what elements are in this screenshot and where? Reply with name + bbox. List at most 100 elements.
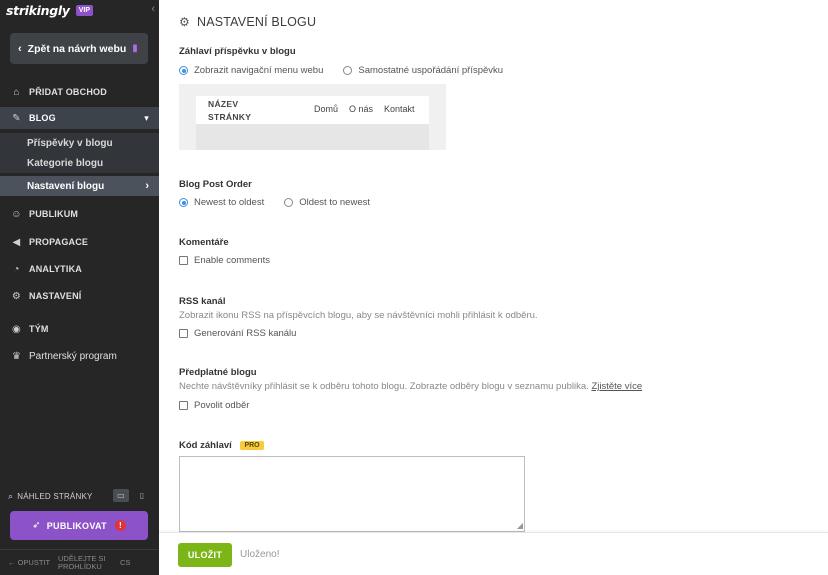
enable-comments-label[interactable]: Enable comments [194,255,270,266]
radio-newest-label[interactable]: Newest to oldest [194,197,264,208]
sidebar-item-label: NASTAVENÍ [29,291,82,301]
sidebar-item-promotion[interactable]: ◀ PROPAGACE [0,231,159,253]
preview-link-about: O nás [349,104,374,114]
tour-link[interactable]: UDĚLEJTE SI PROHLÍDKU [58,554,112,571]
sidebar-item-blog[interactable]: ✎ BLOG ▾ [0,107,159,129]
page-title: ⚙ NASTAVENÍ BLOGU [179,15,316,29]
megaphone-icon: ◀ [12,236,21,248]
sidebar-item-label: PŘIDAT OBCHOD [29,87,107,97]
allow-subscription-label[interactable]: Povolit odběr [194,400,249,411]
sidebar-footer: ← OPUSTIT UDĚLEJTE SI PROHLÍDKU CS [0,549,159,575]
sidebar: strikingly VIP ‹ ‹ Zpět na návrh webu ▮ … [0,0,159,575]
post-order-label: Blog Post Order [179,179,252,190]
language-selector[interactable]: CS [120,558,130,567]
post-header-options: Zobrazit navigační menu webu Samostatné … [179,65,503,76]
publish-button-label: PUBLIKOVAT [46,520,107,531]
rocket-icon: ➶ [32,520,41,531]
preview-link-home: Domů [314,104,339,114]
preview-site-name-line1: NÁZEV [208,99,239,109]
sidebar-item-analytics[interactable]: ◔ ANALYTIKA [0,258,159,280]
sidebar-item-team[interactable]: ◉ TÝM [0,318,159,340]
page-title-text: NASTAVENÍ BLOGU [196,15,317,29]
vip-badge: VIP [75,4,94,16]
sidebar-subitem-label: Příspěvky v blogu [27,137,113,149]
rss-feed-checkbox[interactable] [179,329,188,338]
preview-site-name: NÁZEV STRÁNKY [208,98,251,124]
header-code-textarea[interactable]: ◢ [179,456,525,532]
sidebar-item-store[interactable]: ⌂ PŘIDAT OBCHOD [0,81,159,103]
sidebar-item-label: PUBLIKUM [29,209,79,219]
mobile-icon[interactable]: ▯ [137,489,147,502]
sidebar-item-label: PROPAGACE [29,237,89,247]
chevron-right-icon: › [145,180,149,192]
preview-link-contact: Kontakt [384,104,415,114]
radio-oldest[interactable] [284,198,294,207]
team-icon: ◉ [12,323,21,335]
preview-nav-bar: NÁZEV STRÁNKY Domů O nás Kontakt [196,96,429,124]
sidebar-item-settings[interactable]: ⚙ NASTAVENÍ [0,285,159,307]
comments-option: Enable comments [179,255,270,266]
post-header-label: Záhlaví příspěvku v blogu [179,46,296,57]
back-button-label: Zpět na návrh webu [27,42,127,55]
radio-show-nav[interactable] [179,66,188,75]
resize-handle-icon[interactable]: ◢ [517,522,523,530]
save-status: Uloženo! [240,549,280,560]
sidebar-item-audience[interactable]: ☺ PUBLIKUM [0,203,159,225]
pro-badge: PRO [240,441,264,450]
subscription-description: Nechte návštěvníky přihlásit se k odběru… [179,381,642,392]
page-preview-label[interactable]: NÁHLED STRÁNKY [17,492,92,501]
audience-icon: ☺ [11,208,22,220]
learn-more-link[interactable]: Zjistěte více [591,381,642,392]
rss-description: Zobrazit ikonu RSS na příspěvcích blogu,… [179,310,538,321]
radio-newest[interactable] [179,198,188,207]
subscription-description-text: Nechte návštěvníky přihlásit se k odběru… [179,381,589,392]
main-content: ⚙ NASTAVENÍ BLOGU Záhlaví příspěvku v bl… [159,0,828,575]
subscription-option: Povolit odběr [179,400,249,411]
preview-content-strip [196,124,429,150]
header-code-label: Kód záhlaví PRO [179,440,264,451]
save-bar: ULOŽIT Uloženo! [159,532,828,575]
pie-chart-icon: ◔ [13,263,20,275]
radio-oldest-label[interactable]: Oldest to newest [299,197,370,208]
preview-site-name-line2: STRÁNKY [208,112,252,122]
exit-label: OPUSTIT [17,558,51,567]
enable-comments-checkbox[interactable] [179,256,188,265]
sidebar-subitem-label: Kategorie blogu [27,157,104,169]
rss-label: RSS kanál [179,296,226,307]
sidebar-subitem-categories[interactable]: Kategorie blogu [0,153,159,173]
collapse-sidebar-icon[interactable]: ‹ [151,3,155,15]
back-to-editor-button[interactable]: ‹ Zpět na návrh webu ▮ [10,33,148,64]
sidebar-subitem-blog-settings[interactable]: Nastavení blogu › [0,176,159,196]
sidebar-item-label: ANALYTIKA [29,264,82,274]
radio-standalone[interactable] [343,66,353,75]
gear-icon: ⚙ [179,15,190,29]
radio-show-nav-label[interactable]: Zobrazit navigační menu webu [194,65,323,76]
sidebar-item-label: TÝM [29,324,49,334]
sidebar-subitem-posts[interactable]: Příspěvky v blogu [0,133,159,153]
sidebar-item-partner-program[interactable]: ♛ Partnerský program [0,345,159,367]
document-icon: ▮ [132,43,138,54]
subscription-label: Předplatné blogu [179,367,257,378]
sidebar-subitem-label: Nastavení blogu [27,180,105,192]
trophy-icon: ♛ [12,350,21,362]
chevron-down-icon: ▾ [144,112,149,123]
strikingly-logo[interactable]: strikingly [6,3,70,18]
gear-icon: ⚙ [11,290,22,302]
sidebar-item-label: Partnerský program [29,350,117,362]
pen-icon: ✎ [12,112,21,124]
rss-option: Generování RSS kanálu [179,328,296,339]
allow-subscription-checkbox[interactable] [179,401,188,410]
comments-label: Komentáře [179,237,229,248]
radio-standalone-label[interactable]: Samostatné uspořádání příspěvku [358,65,503,76]
header-code-label-text: Kód záhlaví [179,440,232,451]
rss-feed-label[interactable]: Generování RSS kanálu [194,328,296,339]
chevron-left-icon: ‹ [18,42,22,55]
desktop-icon[interactable]: ▭ [113,489,129,502]
page-preview-row: ⌕ NÁHLED STRÁNKY ▭ ▯ [8,489,151,503]
sidebar-item-label: BLOG [29,113,56,123]
header-preview: NÁZEV STRÁNKY Domů O nás Kontakt [179,84,446,150]
save-button[interactable]: ULOŽIT [178,543,232,567]
post-order-options: Newest to oldest Oldest to newest [179,197,370,208]
publish-button[interactable]: ➶ PUBLIKOVAT ! [10,511,148,540]
exit-link[interactable]: ← OPUSTIT [8,558,58,567]
